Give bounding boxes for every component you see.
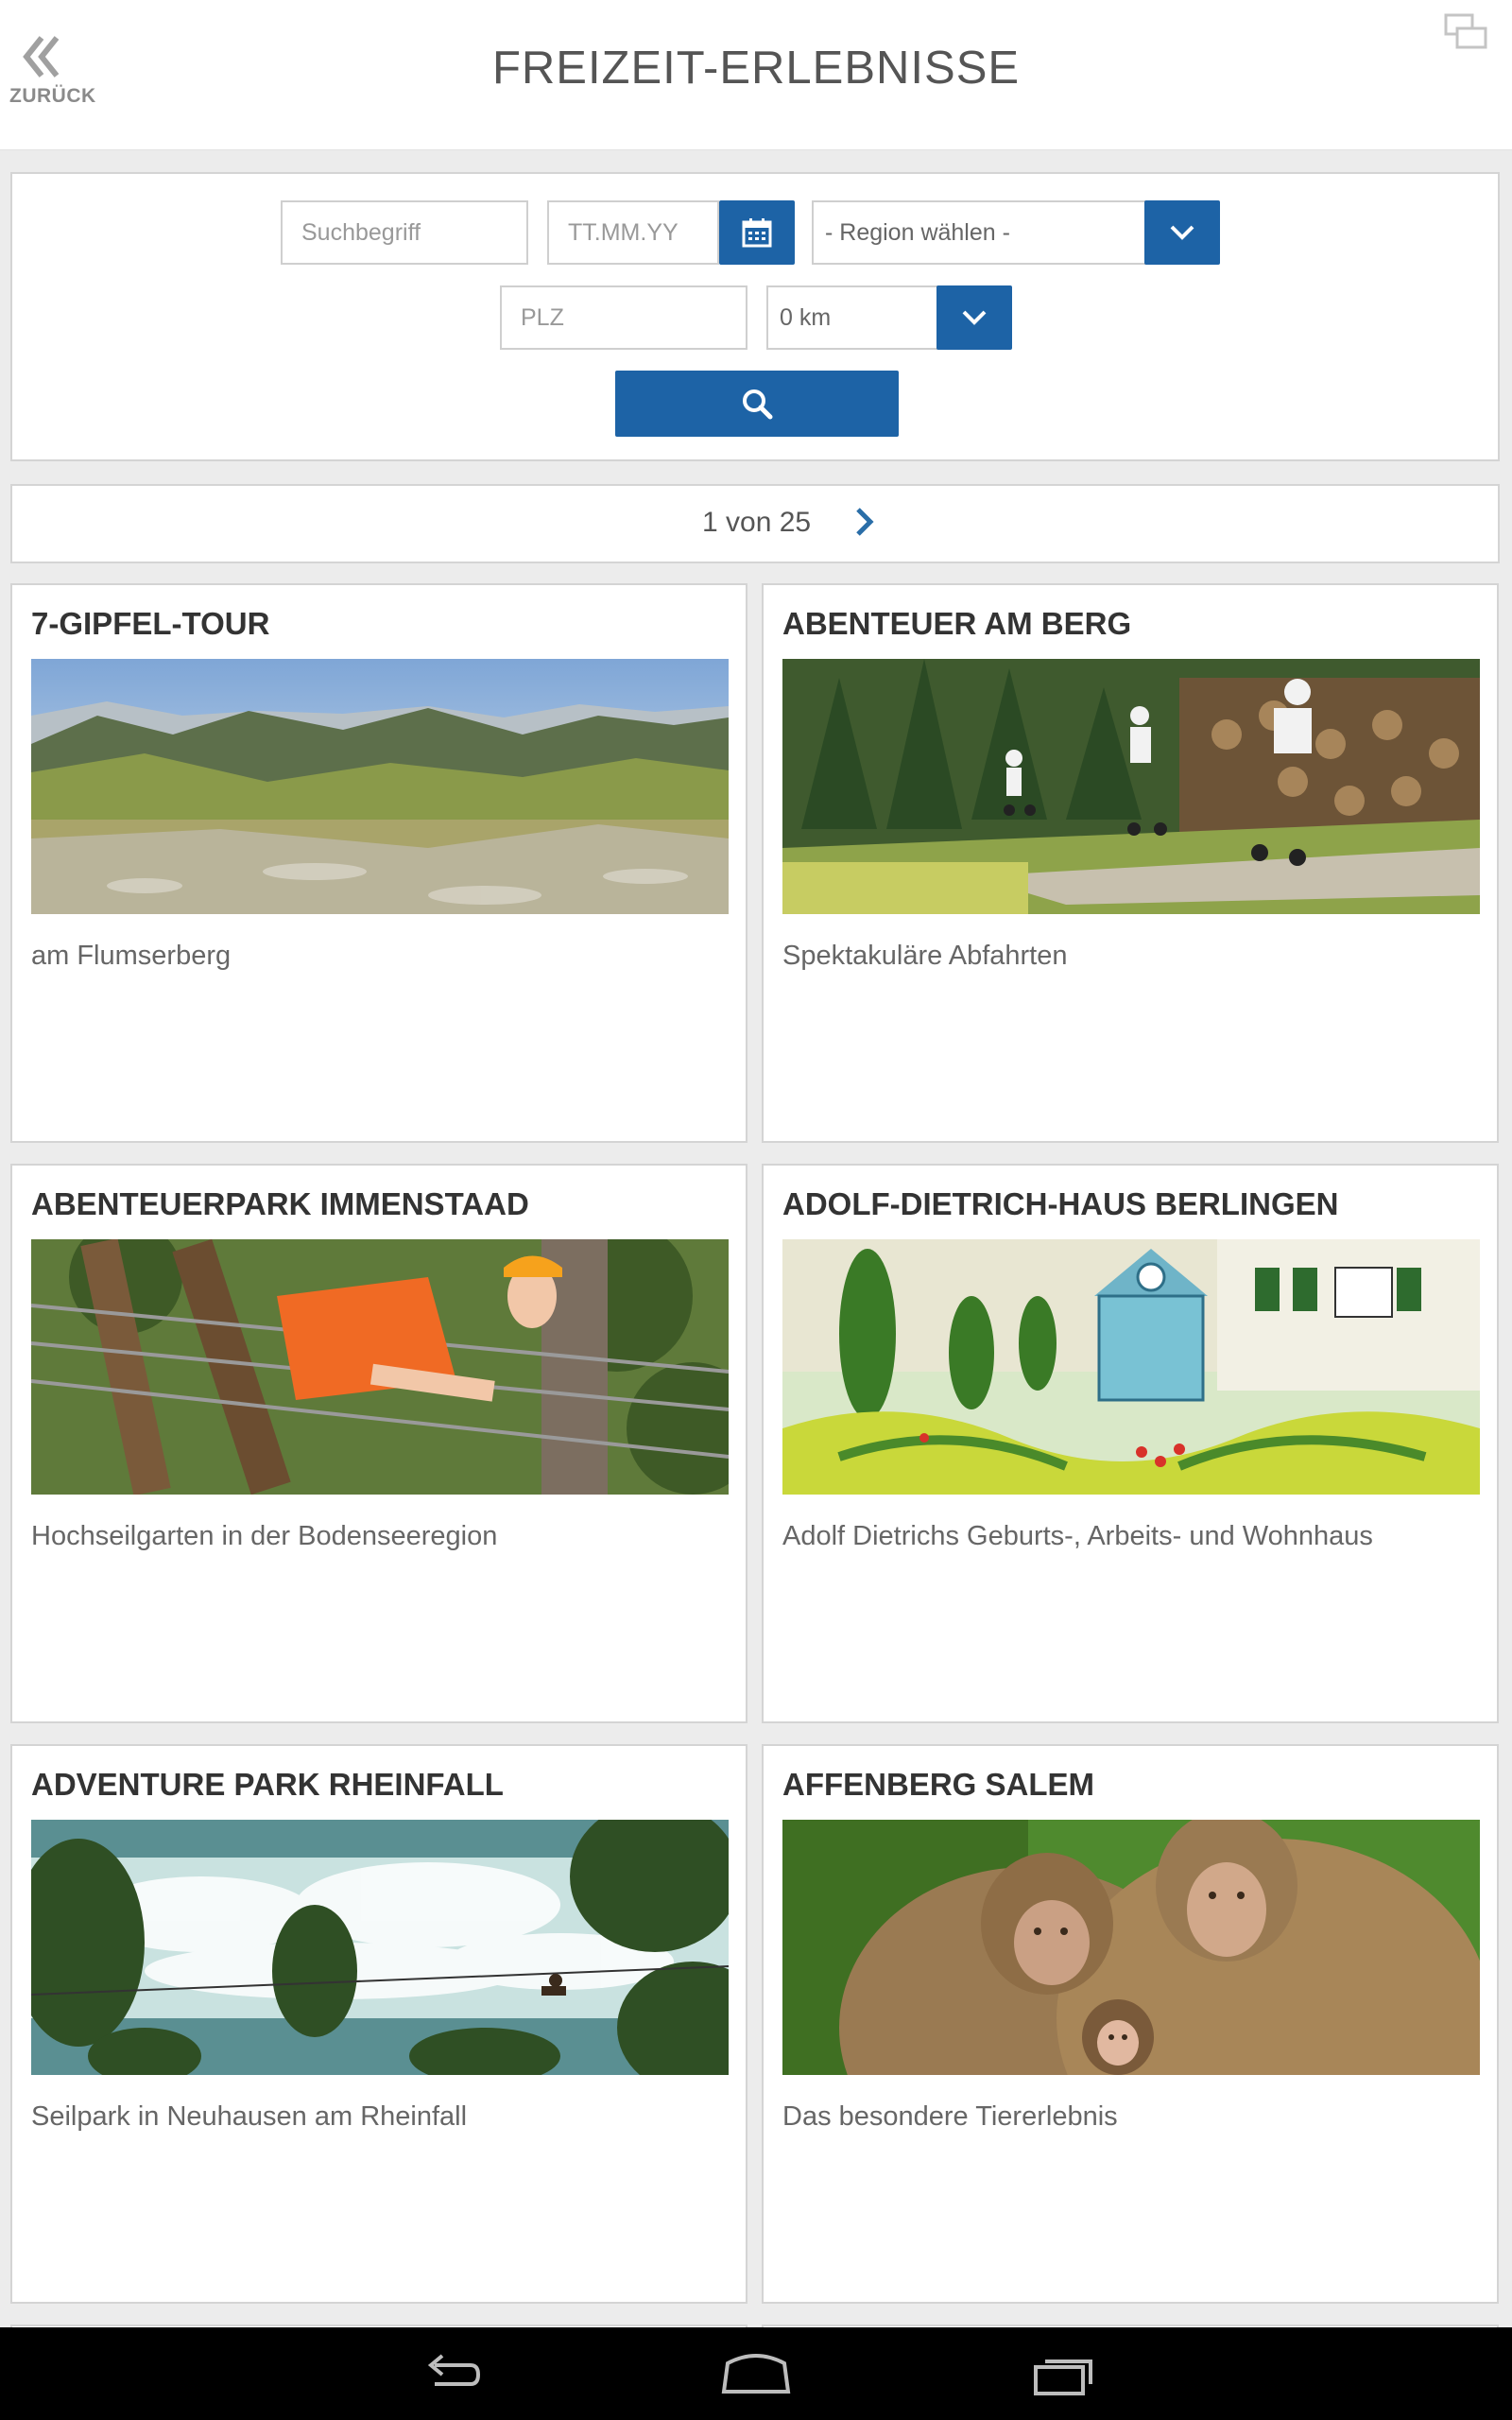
card-7-gipfel-tour[interactable]: 7-GIPFEL-TOUR am Flumserberg [10, 583, 747, 1143]
app-header: ZURÜCK FREIZEIT-ERLEBNISSE [0, 0, 1512, 150]
card-title: ABENTEUERPARK IMMENSTAAD [31, 1186, 529, 1221]
plz-input[interactable]: PLZ [500, 285, 747, 350]
card-description: Hochseilgarten in der Bodenseeregion [31, 1521, 498, 1551]
chevron-down-icon [962, 310, 987, 325]
card-title: ABENTEUER AM BERG [782, 606, 1132, 641]
system-navigation-bar [0, 2327, 1512, 2420]
calendar-icon [742, 218, 772, 248]
search-panel: Suchbegriff TT.MM.YY - Region wählen - P… [10, 172, 1500, 461]
region-select[interactable]: - Region wählen - [812, 200, 1146, 265]
window-icon[interactable] [1444, 13, 1487, 51]
search-icon [743, 389, 773, 420]
card-affenberg-salem[interactable]: AFFENBERG SALEM Das besondere Tiererlebn… [762, 1744, 1499, 2304]
page-indicator: 1 von 25 [702, 507, 812, 538]
card-title: ADVENTURE PARK RHEINFALL [31, 1767, 504, 1802]
page-title: FREIZEIT-ERLEBNISSE [491, 43, 1021, 94]
card-image-painted-garden [782, 1239, 1480, 1495]
back-nav-icon[interactable] [416, 2346, 484, 2399]
card-description: am Flumserberg [31, 941, 232, 971]
card-title: ADOLF-DIETRICH-HAUS BERLINGEN [782, 1186, 1339, 1221]
card-description: Seilpark in Neuhausen am Rheinfall [31, 2101, 468, 2132]
calendar-button[interactable] [719, 200, 795, 265]
card-image-monkeys [782, 1820, 1480, 2075]
card-abenteuer-am-berg[interactable]: ABENTEUER AM BERG Spektakuläre Abfahrten [762, 583, 1499, 1143]
card-image-waterfall [31, 1820, 729, 2075]
region-dropdown-button[interactable] [1144, 200, 1220, 265]
card-image-mountainboard [782, 659, 1480, 914]
card-image-mountains [31, 659, 729, 914]
pagination-bar: 1 von 25 [10, 484, 1500, 563]
distance-dropdown-button[interactable] [936, 285, 1012, 350]
date-input[interactable]: TT.MM.YY [547, 200, 719, 265]
card-abenteuerpark-immenstaad[interactable]: ABENTEUERPARK IMMENSTAAD Hochseilgarten … [10, 1164, 747, 1723]
chevron-right-icon[interactable] [853, 505, 876, 539]
card-description: Spektakuläre Abfahrten [782, 941, 1068, 971]
card-description: Adolf Dietrichs Geburts-, Arbeits- und W… [782, 1521, 1373, 1551]
card-image-high-ropes [31, 1239, 729, 1495]
card-adventure-park-rheinfall[interactable]: ADVENTURE PARK RHEINFALL Seilpark in Neu… [10, 1744, 747, 2304]
card-title: AFFENBERG SALEM [782, 1767, 1094, 1802]
card-adolf-dietrich-haus[interactable]: ADOLF-DIETRICH-HAUS BERLINGEN Adolf Diet… [762, 1164, 1499, 1723]
card-title: 7-GIPFEL-TOUR [31, 606, 270, 641]
keyword-input[interactable]: Suchbegriff [281, 200, 528, 265]
recents-nav-icon[interactable] [1030, 2346, 1098, 2399]
home-nav-icon[interactable] [720, 2346, 792, 2399]
card-description: Das besondere Tiererlebnis [782, 2101, 1118, 2132]
search-button[interactable] [615, 371, 899, 437]
distance-select[interactable]: 0 km [766, 285, 938, 350]
chevron-down-icon [1170, 225, 1194, 240]
